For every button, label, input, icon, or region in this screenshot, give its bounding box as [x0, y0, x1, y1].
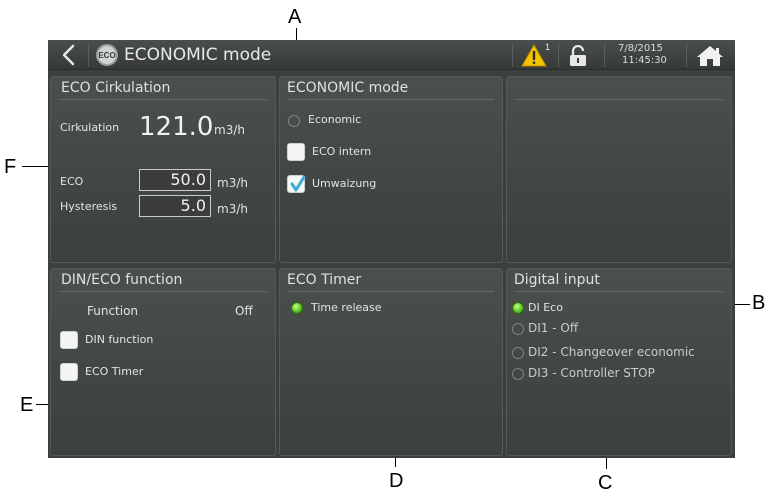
panel-economic-mode: ECONOMIC mode Economic ECO intern Umwalz… — [279, 76, 503, 263]
di-eco-led — [512, 302, 524, 314]
title-separator — [88, 43, 89, 67]
di2-label: DI2 - Changeover economic — [528, 345, 695, 359]
panel-divider — [288, 99, 494, 100]
eco-intern-label: ECO intern — [312, 145, 372, 158]
callout-c: C — [598, 472, 613, 494]
eco-setpoint-field[interactable]: 50.0 — [139, 169, 211, 191]
callout-e: E — [20, 394, 34, 416]
eco-timer-label: ECO Timer — [85, 365, 144, 378]
eco-timer-checkbox[interactable] — [60, 363, 78, 381]
eco-label: ECO — [60, 175, 84, 188]
checkmark-icon — [290, 175, 306, 192]
di3-label: DI3 - Controller STOP — [528, 366, 655, 380]
back-arrow-icon[interactable] — [58, 43, 80, 67]
alarm-count: 1 — [545, 42, 551, 52]
economic-radio[interactable] — [288, 115, 300, 127]
umwalzung-label: Umwalzung — [312, 177, 377, 190]
panel-title: ECONOMIC mode — [287, 80, 409, 96]
di3-led — [512, 368, 524, 380]
di1-led — [512, 323, 524, 335]
panel-divider — [288, 291, 494, 292]
umwalzung-checkbox[interactable] — [287, 175, 306, 193]
time-release-label: Time release — [311, 301, 382, 314]
hysteresis-field[interactable]: 5.0 — [139, 195, 211, 217]
unlock-icon[interactable] — [568, 45, 588, 67]
panel-title: Digital input — [514, 272, 600, 288]
callout-f: F — [4, 156, 17, 178]
panel-title: DIN/ECO function — [61, 272, 183, 288]
din-function-checkbox[interactable] — [60, 331, 78, 349]
page-title: ECONOMIC mode — [124, 45, 272, 65]
datetime: 7/8/2015 11:45:30 — [618, 43, 667, 67]
di2-led — [512, 347, 524, 359]
title-separator — [686, 43, 687, 67]
title-bar: ECO ECONOMIC mode 1 7/8/2015 11:45:30 — [48, 40, 735, 70]
panel-digital-input: Digital input DI Eco DI1 - Off DI2 - Cha… — [506, 268, 732, 456]
di1-label: DI1 - Off — [528, 321, 579, 335]
device-screen: ECO ECONOMIC mode 1 7/8/2015 11:45:30 EC… — [48, 40, 735, 458]
panel-divider — [515, 99, 723, 100]
panel-eco-timer: ECO Timer Time release — [279, 268, 503, 456]
hysteresis-unit: m3/h — [217, 202, 248, 216]
date-text: 7/8/2015 — [618, 43, 663, 54]
title-separator — [558, 43, 559, 67]
din-function-label: DIN function — [85, 333, 154, 346]
panel-empty — [506, 76, 732, 263]
function-label: Function — [87, 304, 139, 318]
cirkulation-label: Cirkulation — [60, 121, 120, 134]
warning-icon[interactable] — [521, 44, 547, 67]
cirkulation-value: 121.0 — [139, 112, 214, 142]
panel-din-eco-function: DIN/ECO function Function Off DIN functi… — [50, 268, 276, 456]
panel-divider — [515, 291, 723, 292]
cirkulation-unit: m3/h — [214, 123, 245, 137]
hysteresis-label: Hysteresis — [60, 200, 118, 213]
callout-d: D — [389, 470, 404, 492]
eco-intern-checkbox[interactable] — [287, 143, 305, 161]
function-value: Off — [235, 304, 253, 318]
economic-label: Economic — [308, 113, 362, 126]
panel-title: ECO Timer — [287, 272, 362, 288]
time-release-led — [291, 302, 303, 314]
callout-a: A — [288, 6, 302, 28]
eco-unit: m3/h — [217, 176, 248, 190]
panel-divider — [59, 99, 267, 100]
title-separator — [604, 43, 605, 67]
title-separator — [512, 43, 513, 67]
home-icon[interactable] — [696, 44, 724, 68]
panel-eco-circulation: ECO Cirkulation Cirkulation 121.0 m3/h E… — [50, 76, 276, 263]
time-text: 11:45:30 — [622, 55, 667, 66]
di-eco-label: DI Eco — [528, 301, 563, 314]
eco-logo-icon: ECO — [96, 44, 118, 66]
panel-divider — [59, 291, 267, 292]
callout-b: B — [752, 292, 766, 314]
panel-title: ECO Cirkulation — [61, 80, 171, 96]
